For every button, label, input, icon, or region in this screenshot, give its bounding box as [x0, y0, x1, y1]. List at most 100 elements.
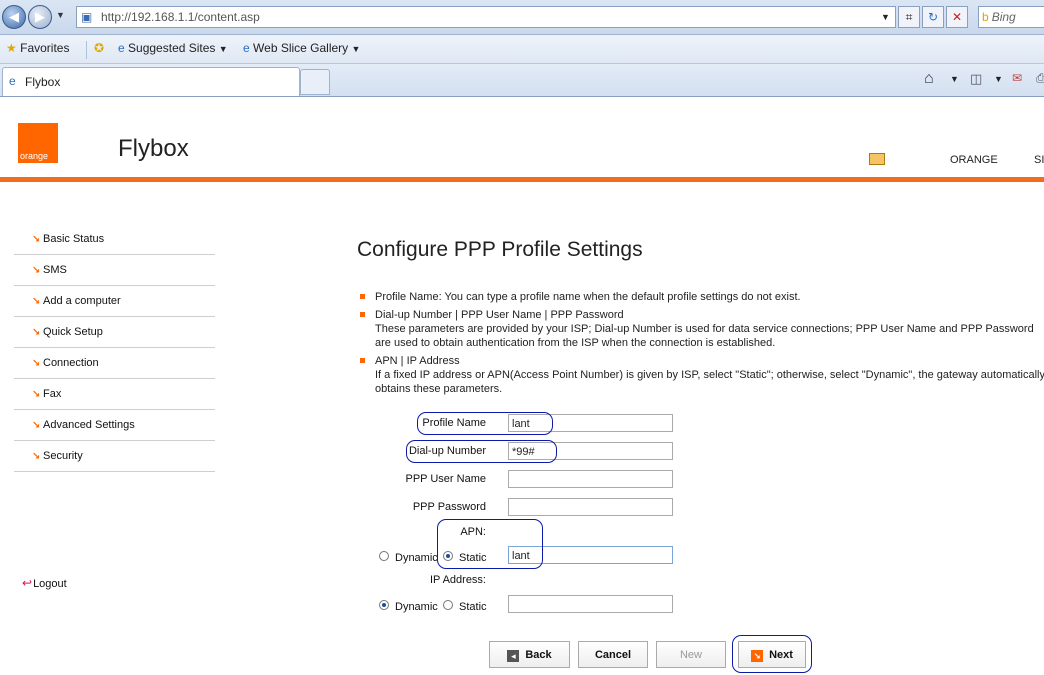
sidebar-item-advanced-settings[interactable]: ↘ Advanced Settings [14, 410, 215, 441]
ip-dynamic-label: Dynamic [395, 601, 438, 613]
ip-address-input[interactable] [508, 595, 673, 613]
star-icon: ★ [6, 41, 17, 55]
arrow-bullet-icon: ↘ [32, 451, 41, 462]
stop-icon[interactable]: ✕ [946, 6, 968, 28]
compat-view-icon[interactable]: ⌗ [898, 6, 920, 28]
back-arrow-icon: ◂ [507, 650, 520, 662]
sidebar-item-label: Advanced Settings [43, 419, 135, 431]
sidebar-item-label: Security [43, 450, 83, 462]
sidebar-item-label: SMS [43, 264, 67, 276]
tab-flybox[interactable]: e Flybox [2, 67, 300, 96]
note-dialup-heading: Dial-up Number | PPP User Name | PPP Pas… [375, 309, 624, 321]
arrow-bullet-icon: ↘ [32, 358, 41, 369]
sidebar-item-sms[interactable]: ↘ SMS [14, 255, 215, 286]
favorites-label: Favorites [20, 41, 70, 55]
home-icon[interactable]: ⌂ [924, 70, 934, 88]
ip-dynamic-radio[interactable] [379, 600, 389, 610]
tab-bar: e Flybox ⌂ ▼ ◫ ▼ ✉ ⎙ [0, 64, 1044, 97]
header-link-orange[interactable]: ORANGE [950, 154, 998, 166]
favorites-bar: ★ Favorites ✪ e Suggested Sites ▼ e Web … [0, 35, 1044, 64]
page-title: Configure PPP Profile Settings [357, 238, 643, 261]
arrow-bullet-icon: ↘ [32, 389, 41, 400]
arrow-bullet-icon: ↘ [32, 265, 41, 276]
ppp-user-name-input[interactable] [508, 470, 673, 488]
ppp-password-input[interactable] [508, 498, 673, 516]
ip-address-label: IP Address: [429, 574, 486, 586]
arrow-bullet-icon: ↘ [32, 420, 41, 431]
highlight-circle [417, 412, 553, 435]
chevron-down-icon[interactable]: ▼ [994, 74, 1003, 84]
sidebar-item-label: Basic Status [43, 233, 105, 245]
note-apn-heading: APN | IP Address [375, 355, 460, 367]
cancel-label: Cancel [594, 649, 632, 661]
highlight-circle [732, 635, 812, 673]
new-button[interactable]: New [656, 641, 726, 668]
add-favorite-icon[interactable]: ✪ [94, 41, 104, 55]
page-icon: ▣ [81, 10, 93, 24]
sidebar-item-basic-status[interactable]: ↘ Basic Status [14, 224, 215, 255]
bing-icon: b [982, 10, 989, 24]
sidebar-item-connection[interactable]: ↘ Connection [14, 348, 215, 379]
web-slice-gallery-link[interactable]: e Web Slice Gallery ▼ [243, 41, 360, 55]
logout-link[interactable]: ↩Logout [22, 576, 67, 590]
suggested-sites-label: Suggested Sites [128, 41, 216, 55]
highlight-circle [437, 519, 543, 569]
divider [86, 41, 87, 59]
feeds-icon[interactable]: ◫ [970, 71, 982, 87]
mail-icon[interactable]: ✉ [1012, 71, 1022, 85]
suggested-sites-link[interactable]: e Suggested Sites ▼ [118, 41, 228, 55]
logout-icon: ↩ [22, 576, 33, 590]
web-slice-gallery-label: Web Slice Gallery [253, 41, 349, 55]
sidebar-item-add-computer[interactable]: ↘ Add a computer [14, 286, 215, 317]
header-divider [0, 177, 1044, 182]
ppp-user-name-label: PPP User Name [405, 473, 487, 485]
back-nav-icon[interactable]: ◀ [2, 5, 26, 29]
arrow-bullet-icon: ↘ [32, 296, 41, 307]
chevron-down-icon[interactable]: ▼ [950, 74, 959, 84]
cancel-button[interactable]: Cancel [578, 641, 648, 668]
sidebar-item-label: Fax [43, 388, 62, 400]
search-box[interactable]: b Bing [978, 6, 1044, 28]
new-tab-button[interactable] [300, 69, 330, 95]
favorites-button[interactable]: ★ Favorites [6, 41, 69, 55]
note-dialup-body: These parameters are provided by your IS… [375, 323, 1034, 349]
sidebar-item-security[interactable]: ↘ Security [14, 441, 215, 472]
tab-title: Flybox [25, 75, 61, 89]
refresh-icon[interactable]: ↻ [922, 6, 944, 28]
forward-nav-icon[interactable]: ▶ [28, 5, 52, 29]
ie-icon: e [243, 41, 250, 55]
highlight-circle [406, 440, 557, 463]
header-link-si[interactable]: SI [1034, 154, 1044, 166]
back-label: Back [525, 649, 552, 661]
apn-dynamic-radio[interactable] [379, 551, 389, 561]
chevron-down-icon: ▼ [351, 44, 361, 54]
url-input[interactable]: ▣ http://192.168.1.1/content.asp ▼ [76, 6, 896, 28]
history-dropdown-icon[interactable]: ▼ [56, 10, 65, 20]
new-label: New [679, 649, 702, 661]
apn-dynamic-label: Dynamic [395, 552, 438, 564]
bullet-icon [360, 312, 365, 317]
back-button[interactable]: ◂ Back [489, 641, 570, 668]
print-icon[interactable]: ⎙ [1036, 71, 1044, 86]
note-profile-name: Profile Name: You can type a profile nam… [375, 291, 801, 303]
url-text: http://192.168.1.1/content.asp [101, 10, 260, 24]
bullet-icon [360, 294, 365, 299]
sidebar-item-fax[interactable]: ↘ Fax [14, 379, 215, 410]
logout-label: Logout [33, 578, 67, 590]
url-dropdown-icon[interactable]: ▼ [881, 7, 890, 27]
sidebar-item-label: Connection [43, 357, 99, 369]
ppp-password-label: PPP Password [412, 501, 486, 513]
sidebar-item-quick-setup[interactable]: ↘ Quick Setup [14, 317, 215, 348]
sidebar-item-label: Quick Setup [43, 326, 103, 338]
ip-static-label: Static [459, 601, 487, 613]
brand-title: Flybox [118, 135, 189, 162]
search-provider: Bing [991, 10, 1016, 24]
browser-address-bar: ◀ ▶ ▼ ▣ http://192.168.1.1/content.asp ▼… [0, 0, 1044, 35]
chevron-down-icon: ▼ [218, 44, 228, 54]
ip-static-radio[interactable] [443, 600, 453, 610]
envelope-icon[interactable] [869, 153, 885, 165]
ie-icon: e [9, 74, 16, 88]
arrow-bullet-icon: ↘ [32, 234, 41, 245]
bullet-icon [360, 358, 365, 363]
logo-text: orange [20, 151, 49, 161]
